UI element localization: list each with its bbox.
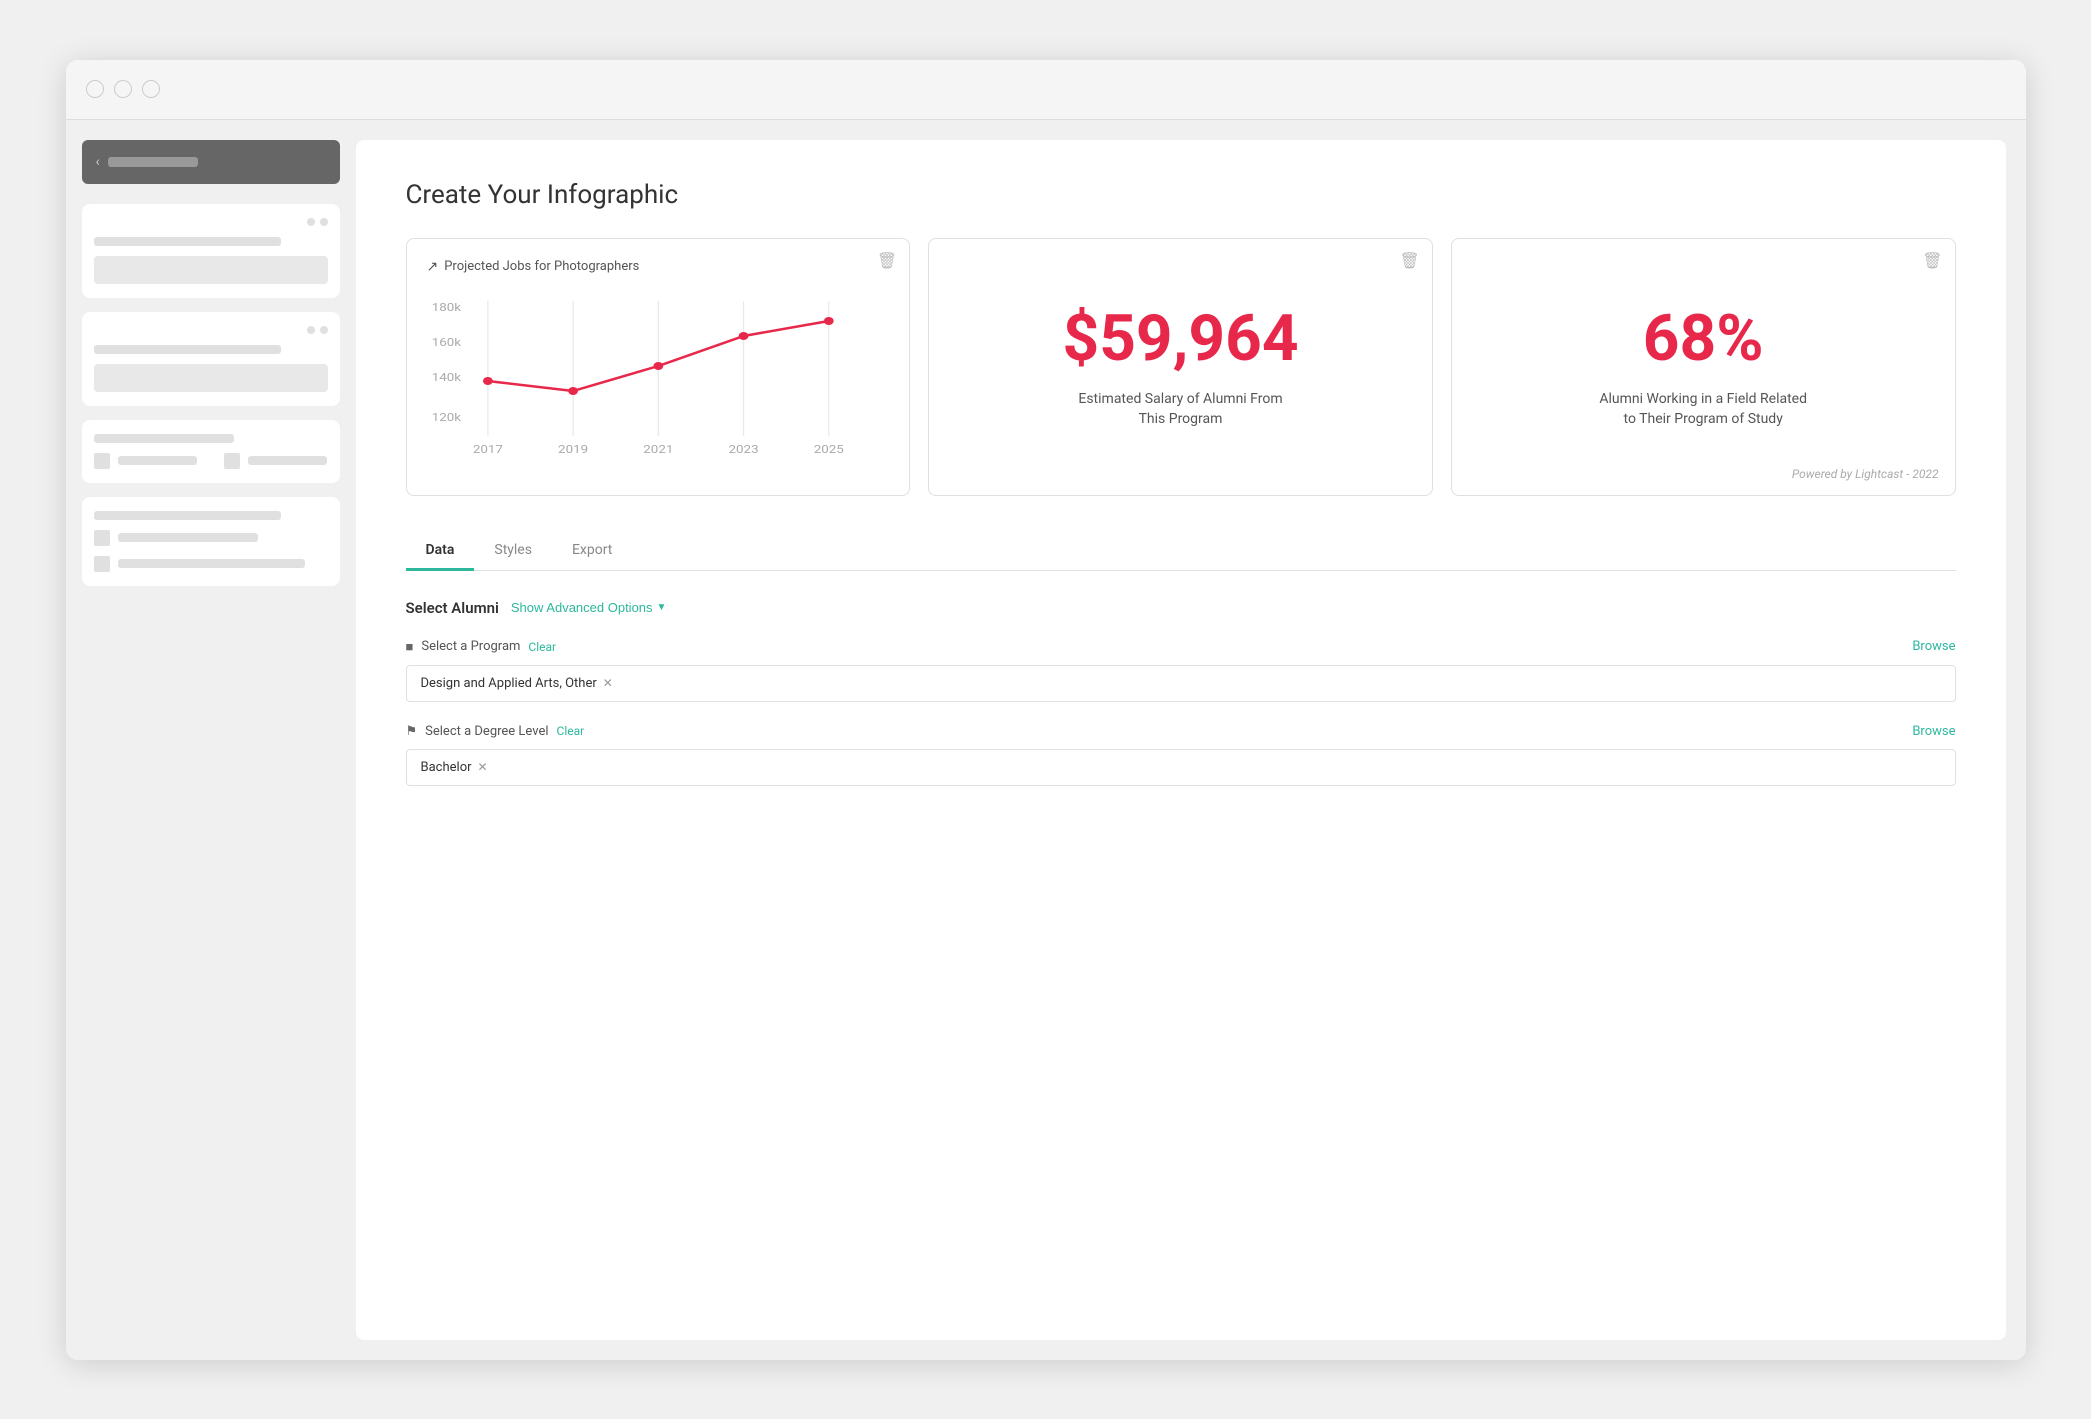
show-advanced-options-button[interactable]: Show Advanced Options ▼ [511, 600, 667, 615]
degree-tag-box: Bachelor ✕ [406, 749, 1956, 786]
degree-tag: Bachelor ✕ [421, 760, 488, 775]
placeholder-line [94, 511, 281, 520]
sidebar-card-1 [82, 204, 340, 298]
browser-dots [86, 80, 160, 98]
placeholder-dot [307, 326, 315, 334]
main-content: Create Your Infographic 🗑 ↗ Projected Jo… [356, 140, 2006, 1340]
stat-salary-value: $59,964 [1062, 304, 1298, 374]
page-title: Create Your Infographic [406, 180, 1956, 210]
chevron-down-icon: ▼ [657, 602, 667, 613]
degree-icon: ⚑ [406, 724, 418, 739]
placeholder-line [118, 559, 305, 568]
sidebar-checkbox-row-2 [94, 530, 328, 546]
svg-text:2017: 2017 [472, 443, 502, 456]
browser-titlebar [66, 60, 2026, 120]
degree-label-row: ⚑ Select a Degree Level Clear Browse [406, 724, 1956, 739]
stat-card-percent: 🗑 68% Alumni Working in a Field Related … [1451, 238, 1956, 496]
select-alumni-section: Select Alumni Show Advanced Options ▼ [406, 599, 1956, 617]
program-label: Select a Program [421, 639, 520, 654]
chart-title: ↗ Projected Jobs for Photographers [427, 259, 890, 275]
program-field-section: ■ Select a Program Clear Browse Design a… [406, 639, 1956, 702]
placeholder-line [94, 237, 281, 246]
svg-text:2023: 2023 [728, 443, 758, 456]
program-browse-link[interactable]: Browse [1912, 639, 1955, 654]
section-header: Select Alumni Show Advanced Options ▼ [406, 599, 1956, 617]
browser-dot-2[interactable] [114, 80, 132, 98]
sidebar-checkbox-row-3 [94, 556, 328, 572]
sidebar-back-label [108, 157, 198, 167]
powered-by-label: Powered by Lightcast - 2022 [1792, 467, 1939, 481]
placeholder-checkbox[interactable] [94, 530, 110, 546]
svg-text:160k: 160k [431, 336, 461, 349]
svg-text:2021: 2021 [643, 443, 673, 456]
placeholder-line [94, 434, 234, 443]
chart-line-icon: ↗ [427, 259, 439, 275]
stat-card-salary: 🗑 $59,964 Estimated Salary of Alumni Fro… [928, 238, 1433, 496]
degree-clear-link[interactable]: Clear [557, 724, 585, 738]
degree-tag-remove[interactable]: ✕ [478, 760, 488, 774]
sidebar-card-1-header [94, 218, 328, 227]
chart-svg: 180k 160k 140k 120k 2017 2019 2021 [427, 291, 890, 471]
back-arrow-icon: ‹ [96, 154, 100, 170]
program-icon: ■ [406, 639, 414, 655]
placeholder-line [248, 456, 328, 465]
infographic-cards: 🗑 ↗ Projected Jobs for Photographers 180… [406, 238, 1956, 496]
sidebar-card-4 [82, 497, 340, 586]
program-tag: Design and Applied Arts, Other ✕ [421, 676, 613, 691]
placeholder-checkbox[interactable] [224, 453, 240, 469]
section-title: Select Alumni [406, 599, 499, 617]
sidebar-card-3 [82, 420, 340, 483]
sidebar-card-2-header [94, 326, 328, 335]
placeholder-line [118, 533, 258, 542]
tab-styles[interactable]: Styles [474, 532, 552, 571]
chart-card: 🗑 ↗ Projected Jobs for Photographers 180… [406, 238, 911, 496]
tab-data[interactable]: Data [406, 532, 475, 571]
placeholder-checkbox[interactable] [94, 556, 110, 572]
show-advanced-label: Show Advanced Options [511, 600, 653, 615]
placeholder-dot [320, 218, 328, 226]
program-tag-remove[interactable]: ✕ [603, 676, 613, 690]
sidebar-input-2[interactable] [94, 364, 328, 392]
placeholder-line [94, 345, 281, 354]
svg-text:180k: 180k [431, 301, 461, 314]
svg-text:2025: 2025 [813, 443, 843, 456]
degree-field-section: ⚑ Select a Degree Level Clear Browse Bac… [406, 724, 1956, 786]
stat-card-percent-delete-icon[interactable]: 🗑 [1922, 251, 1942, 270]
chart-card-delete-icon[interactable]: 🗑 [877, 251, 897, 270]
browser-body: ‹ [66, 120, 2026, 1360]
program-tag-box: Design and Applied Arts, Other ✕ [406, 665, 1956, 702]
stat-percent-value: 68% [1643, 304, 1764, 374]
browser-window: ‹ [66, 60, 2026, 1360]
svg-text:120k: 120k [431, 411, 461, 424]
placeholder-checkbox[interactable] [94, 453, 110, 469]
sidebar-checkbox-row-1 [94, 453, 328, 469]
program-clear-link[interactable]: Clear [528, 640, 556, 654]
degree-label: Select a Degree Level [425, 724, 548, 739]
stat-salary-label: Estimated Salary of Alumni From This Pro… [1071, 390, 1291, 429]
placeholder-dot [307, 218, 315, 226]
placeholder-dot [320, 326, 328, 334]
sidebar-card-2 [82, 312, 340, 406]
placeholder-line [118, 456, 198, 465]
svg-text:140k: 140k [431, 371, 461, 384]
stat-percent-label: Alumni Working in a Field Related to The… [1593, 390, 1813, 429]
sidebar: ‹ [66, 120, 356, 1360]
degree-browse-link[interactable]: Browse [1912, 724, 1955, 739]
svg-text:2019: 2019 [558, 443, 588, 456]
tabs-bar: Data Styles Export [406, 532, 1956, 571]
sidebar-input-1[interactable] [94, 256, 328, 284]
program-label-row: ■ Select a Program Clear Browse [406, 639, 1956, 655]
stat-card-salary-delete-icon[interactable]: 🗑 [1400, 251, 1420, 270]
sidebar-back-button[interactable]: ‹ [82, 140, 340, 184]
tab-export[interactable]: Export [552, 532, 632, 571]
browser-dot-1[interactable] [86, 80, 104, 98]
browser-dot-3[interactable] [142, 80, 160, 98]
